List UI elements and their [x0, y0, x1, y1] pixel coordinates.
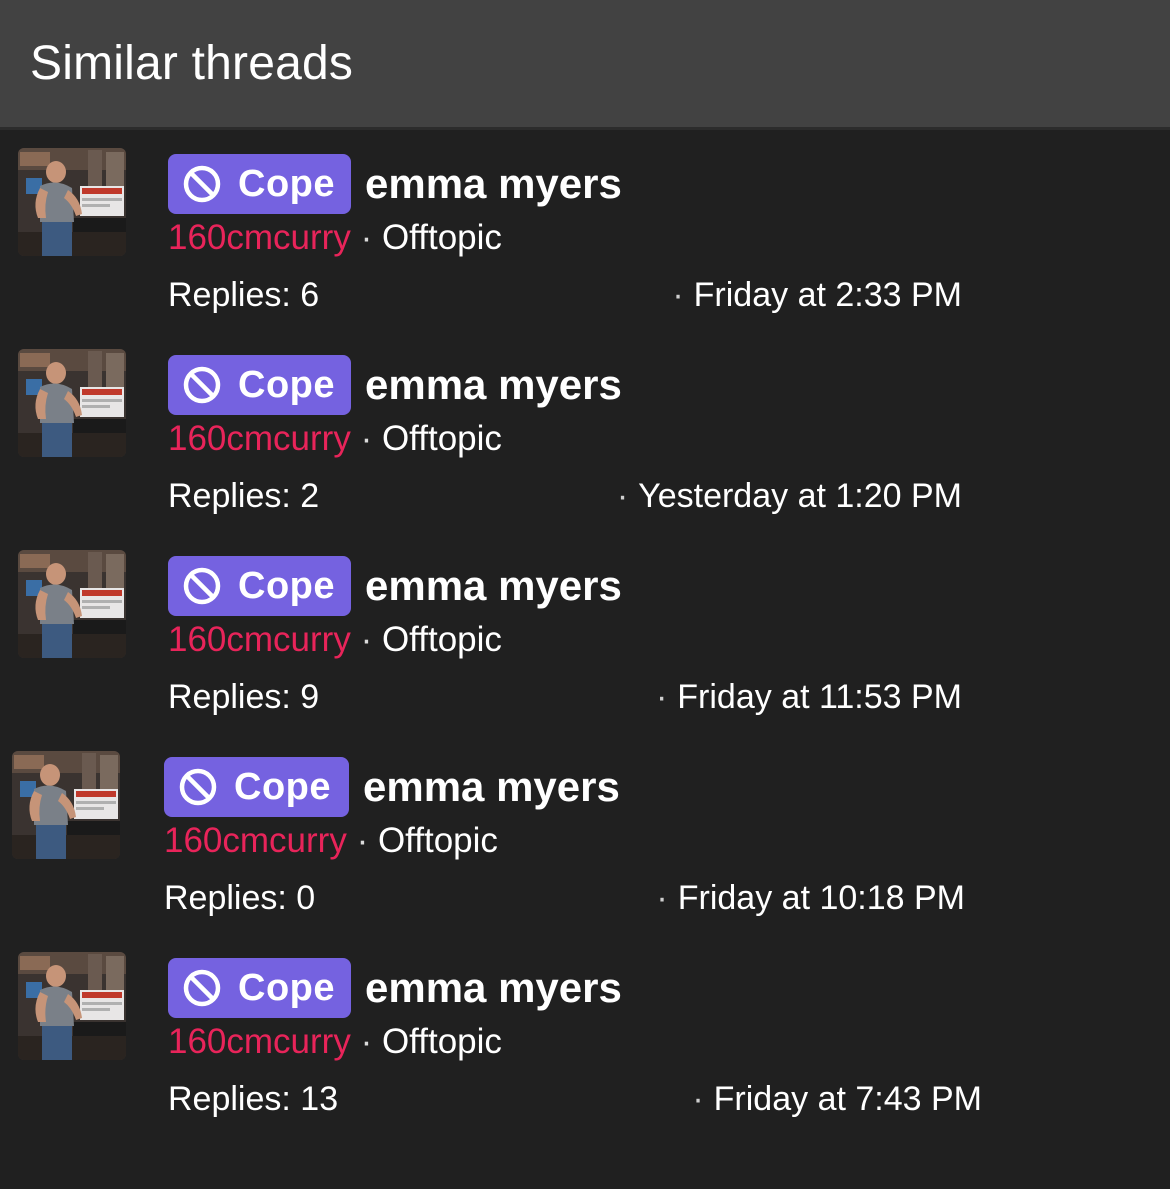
prefix-badge[interactable]: Cope — [168, 154, 351, 214]
avatar[interactable] — [18, 952, 126, 1060]
last-post-separator: · — [616, 477, 629, 515]
replies-count: Replies: 2 — [168, 477, 320, 515]
avatar-image — [18, 952, 126, 1060]
avatar-image — [18, 349, 126, 457]
meta-separator: · — [360, 218, 382, 257]
avatar-image — [12, 751, 120, 859]
thread-title-link[interactable]: emma myers — [363, 763, 620, 811]
block-header: Similar threads — [0, 0, 1170, 130]
thread-title-link[interactable]: emma myers — [365, 160, 622, 208]
thread-item[interactable]: Cope emma myers 160cmcurry · Offtopic Re… — [0, 532, 1170, 732]
last-post-separator: · — [656, 879, 668, 917]
last-post-time[interactable]: Yesterday at 1:20 PM — [638, 477, 962, 515]
avatar-image — [18, 148, 126, 256]
ban-icon — [183, 165, 221, 203]
thread-title-row: Cope emma myers — [168, 958, 622, 1018]
avatar[interactable] — [18, 550, 126, 658]
last-post-date[interactable]: · Friday at 2:33 PM — [672, 276, 962, 315]
forum-link[interactable]: Offtopic — [382, 1022, 502, 1061]
author-link[interactable]: 160cmcurry — [168, 419, 351, 458]
similar-threads-block: Similar threads Cope emma myers 160cmcur… — [0, 0, 1170, 1189]
meta-separator: · — [360, 1022, 382, 1061]
ban-icon — [179, 768, 217, 806]
avatar[interactable] — [18, 148, 126, 256]
last-post-date[interactable]: · Friday at 7:43 PM — [692, 1080, 982, 1119]
avatar[interactable] — [18, 349, 126, 457]
meta-separator: · — [360, 419, 382, 458]
last-post-time[interactable]: Friday at 11:53 PM — [677, 678, 962, 716]
prefix-label: Cope — [238, 966, 335, 1009]
last-post-time[interactable]: Friday at 2:33 PM — [694, 276, 962, 314]
meta-separator: · — [360, 620, 382, 659]
thread-meta: 160cmcurry · Offtopic — [168, 1022, 502, 1062]
last-post-separator: · — [672, 276, 684, 314]
author-link[interactable]: 160cmcurry — [168, 620, 351, 659]
thread-item[interactable]: Cope emma myers 160cmcurry · Offtopic Re… — [0, 733, 1170, 933]
thread-meta: 160cmcurry · Offtopic — [168, 419, 502, 459]
replies-count: Replies: 13 — [168, 1080, 339, 1118]
thread-title-row: Cope emma myers — [168, 556, 622, 616]
meta-separator: · — [356, 821, 378, 860]
last-post-separator: · — [692, 1080, 704, 1118]
forum-link[interactable]: Offtopic — [382, 620, 502, 659]
thread-title-row: Cope emma myers — [168, 355, 622, 415]
author-link[interactable]: 160cmcurry — [164, 821, 347, 860]
avatar[interactable] — [12, 751, 120, 859]
thread-title-row: Cope emma myers — [164, 757, 620, 817]
thread-title-link[interactable]: emma myers — [365, 361, 622, 409]
thread-meta: 160cmcurry · Offtopic — [164, 821, 498, 861]
prefix-label: Cope — [238, 564, 335, 607]
thread-meta: 160cmcurry · Offtopic — [168, 620, 502, 660]
prefix-badge[interactable]: Cope — [168, 958, 351, 1018]
thread-item[interactable]: Cope emma myers 160cmcurry · Offtopic Re… — [0, 130, 1170, 330]
replies-count: Replies: 0 — [164, 879, 316, 917]
last-post-date[interactable]: · Friday at 10:18 PM — [656, 879, 965, 918]
author-link[interactable]: 160cmcurry — [168, 218, 351, 257]
thread-title-link[interactable]: emma myers — [365, 562, 622, 610]
prefix-badge[interactable]: Cope — [168, 355, 351, 415]
thread-item[interactable]: Cope emma myers 160cmcurry · Offtopic Re… — [0, 934, 1170, 1134]
ban-icon — [183, 969, 221, 1007]
prefix-badge[interactable]: Cope — [168, 556, 351, 616]
replies-count: Replies: 6 — [168, 276, 320, 314]
ban-icon — [183, 366, 221, 404]
last-post-time[interactable]: Friday at 10:18 PM — [678, 879, 965, 917]
forum-link[interactable]: Offtopic — [378, 821, 498, 860]
thread-list: Cope emma myers 160cmcurry · Offtopic Re… — [0, 130, 1170, 1186]
thread-title-row: Cope emma myers — [168, 154, 622, 214]
replies-count: Replies: 9 — [168, 678, 320, 716]
thread-title-link[interactable]: emma myers — [365, 964, 622, 1012]
avatar-image — [18, 550, 126, 658]
prefix-label: Cope — [234, 765, 331, 808]
author-link[interactable]: 160cmcurry — [168, 1022, 351, 1061]
prefix-label: Cope — [238, 162, 335, 205]
forum-link[interactable]: Offtopic — [382, 419, 502, 458]
prefix-label: Cope — [238, 363, 335, 406]
prefix-badge[interactable]: Cope — [164, 757, 349, 817]
thread-item[interactable]: Cope emma myers 160cmcurry · Offtopic Re… — [0, 331, 1170, 531]
last-post-date[interactable]: · Friday at 11:53 PM — [656, 678, 962, 717]
ban-icon — [183, 567, 221, 605]
last-post-date[interactable]: · Yesterday at 1:20 PM — [617, 477, 962, 516]
thread-meta: 160cmcurry · Offtopic — [168, 218, 502, 258]
block-title: Similar threads — [30, 37, 354, 90]
last-post-time[interactable]: Friday at 7:43 PM — [714, 1080, 982, 1118]
last-post-separator: · — [655, 678, 668, 716]
forum-link[interactable]: Offtopic — [382, 218, 502, 257]
